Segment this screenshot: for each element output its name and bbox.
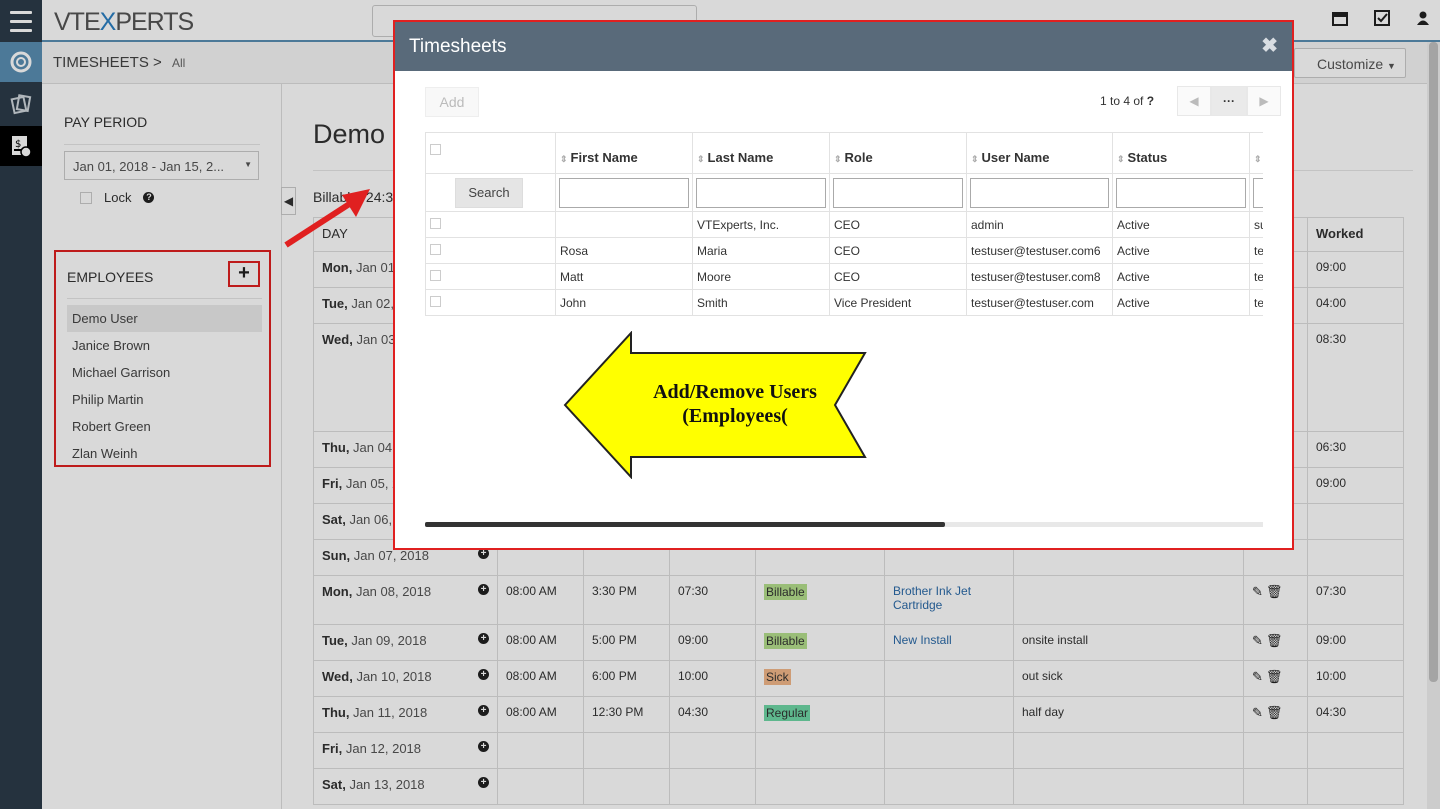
search-button[interactable]: Search bbox=[455, 177, 523, 208]
filter-cell bbox=[555, 173, 693, 212]
users-table: ⇕ First Name ⇕ Last Name ⇕ Role ⇕ User Name ⇕ Sta… bbox=[425, 132, 1263, 316]
user-cell: Smith bbox=[692, 289, 830, 316]
modal-header: Timesheets ✖ bbox=[395, 22, 1292, 71]
user-cell: VTExperts, Inc. bbox=[692, 211, 830, 238]
column-header-label: First Name bbox=[570, 149, 638, 165]
filter-cell bbox=[829, 173, 967, 212]
sort-icon[interactable]: ⇕ bbox=[697, 154, 705, 164]
select-all-cell bbox=[425, 132, 556, 174]
user-cell: Rosa bbox=[555, 237, 693, 264]
column-filter-input[interactable] bbox=[1116, 177, 1246, 208]
user-cell: Maria bbox=[692, 237, 830, 264]
filter-cell bbox=[692, 173, 830, 212]
close-icon[interactable]: ✖ bbox=[1261, 33, 1278, 58]
user-cell: Active bbox=[1112, 237, 1250, 264]
filter-cell bbox=[1112, 173, 1250, 212]
column-header[interactable]: ⇕ User Name bbox=[966, 132, 1113, 174]
user-cell: Moore bbox=[692, 263, 830, 290]
column-header[interactable]: ⇕ First Name bbox=[555, 132, 693, 174]
user-row[interactable]: John Smith Vice President testuser@testuser… bbox=[425, 289, 1263, 316]
user-cell: te bbox=[1249, 237, 1263, 264]
scrollbar-thumb[interactable] bbox=[425, 522, 945, 527]
column-header[interactable]: ⇕ bbox=[1249, 132, 1263, 174]
filter-cell bbox=[966, 173, 1113, 212]
user-row[interactable]: Rosa Maria CEO testuser@testuser.com6 Active… bbox=[425, 237, 1263, 264]
user-cell: testuser@testuser.com bbox=[966, 289, 1113, 316]
column-filter-input[interactable] bbox=[696, 177, 826, 208]
row-checkbox[interactable] bbox=[430, 217, 441, 229]
user-row[interactable]: Matt Moore CEO testuser@testuser.com8 Active… bbox=[425, 263, 1263, 290]
user-cell: testuser@testuser.com8 bbox=[966, 263, 1113, 290]
column-header[interactable]: ⇕ Last Name bbox=[692, 132, 830, 174]
user-cell: te bbox=[1249, 263, 1263, 290]
pagination-range: 1 to 4 of bbox=[1100, 94, 1144, 108]
next-page-button[interactable]: ▶ bbox=[1247, 86, 1281, 116]
filter-cell bbox=[1249, 173, 1263, 212]
user-cell: admin bbox=[966, 211, 1113, 238]
column-header-label: Role bbox=[844, 149, 873, 165]
callout-line-1: Add/Remove Users bbox=[653, 381, 817, 403]
filter-row: Search bbox=[425, 173, 1263, 212]
user-cell: CEO bbox=[829, 211, 967, 238]
users-table-header: ⇕ First Name ⇕ Last Name ⇕ Role ⇕ User Name ⇕ Sta… bbox=[425, 132, 1263, 174]
search-cell: Search bbox=[425, 173, 556, 212]
row-select-cell bbox=[425, 211, 556, 238]
column-header[interactable]: ⇕ Role bbox=[829, 132, 967, 174]
sort-icon[interactable]: ⇕ bbox=[834, 154, 842, 164]
user-cell bbox=[555, 211, 693, 238]
users-table-container: ⇕ First Name ⇕ Last Name ⇕ Role ⇕ User Name ⇕ Sta… bbox=[425, 132, 1263, 317]
user-cell: Active bbox=[1112, 263, 1250, 290]
user-cell: CEO bbox=[829, 263, 967, 290]
pagination-total[interactable]: ? bbox=[1147, 94, 1154, 108]
user-cell: su bbox=[1249, 211, 1263, 238]
row-checkbox[interactable] bbox=[430, 269, 441, 281]
row-select-cell bbox=[425, 237, 556, 264]
column-filter-input[interactable] bbox=[833, 177, 963, 208]
user-cell: te bbox=[1249, 289, 1263, 316]
previous-page-button[interactable]: ◀ bbox=[1177, 86, 1211, 116]
column-header-label: Last Name bbox=[707, 149, 774, 165]
sort-icon[interactable]: ⇕ bbox=[971, 154, 979, 164]
user-cell: John bbox=[555, 289, 693, 316]
add-button[interactable]: Add bbox=[425, 87, 479, 117]
column-filter-input[interactable] bbox=[970, 177, 1109, 208]
row-checkbox[interactable] bbox=[430, 243, 441, 255]
horizontal-scrollbar[interactable] bbox=[425, 522, 1263, 527]
callout-line-2: (Employees( bbox=[682, 405, 788, 427]
row-select-cell bbox=[425, 263, 556, 290]
column-header[interactable]: ⇕ Status bbox=[1112, 132, 1250, 174]
more-pages-button[interactable]: ··· bbox=[1211, 86, 1247, 116]
user-cell: Active bbox=[1112, 211, 1250, 238]
row-checkbox[interactable] bbox=[430, 295, 441, 307]
sort-icon[interactable]: ⇕ bbox=[1254, 154, 1262, 164]
column-header-label: User Name bbox=[981, 149, 1050, 165]
select-all-checkbox[interactable] bbox=[430, 144, 441, 155]
callout-text: Add/Remove Users (Employees( bbox=[620, 380, 850, 428]
user-row[interactable]: VTExperts, Inc.CEOadminActivesu bbox=[425, 211, 1263, 238]
sort-icon[interactable]: ⇕ bbox=[1117, 154, 1125, 164]
column-filter-input[interactable] bbox=[559, 177, 689, 208]
modal-title: Timesheets bbox=[409, 36, 507, 57]
pagination-controls: ◀ ··· ▶ bbox=[1177, 86, 1281, 116]
user-cell: testuser@testuser.com6 bbox=[966, 237, 1113, 264]
user-cell: CEO bbox=[829, 237, 967, 264]
pagination-info: 1 to 4 of ? bbox=[1100, 94, 1154, 108]
user-cell: Vice President bbox=[829, 289, 967, 316]
sort-icon[interactable]: ⇕ bbox=[560, 154, 568, 164]
user-cell: Matt bbox=[555, 263, 693, 290]
red-pointer-arrow bbox=[284, 189, 370, 248]
user-cell: Active bbox=[1112, 289, 1250, 316]
column-header-label: Status bbox=[1127, 149, 1168, 165]
column-filter-input[interactable] bbox=[1253, 177, 1263, 208]
row-select-cell bbox=[425, 289, 556, 316]
